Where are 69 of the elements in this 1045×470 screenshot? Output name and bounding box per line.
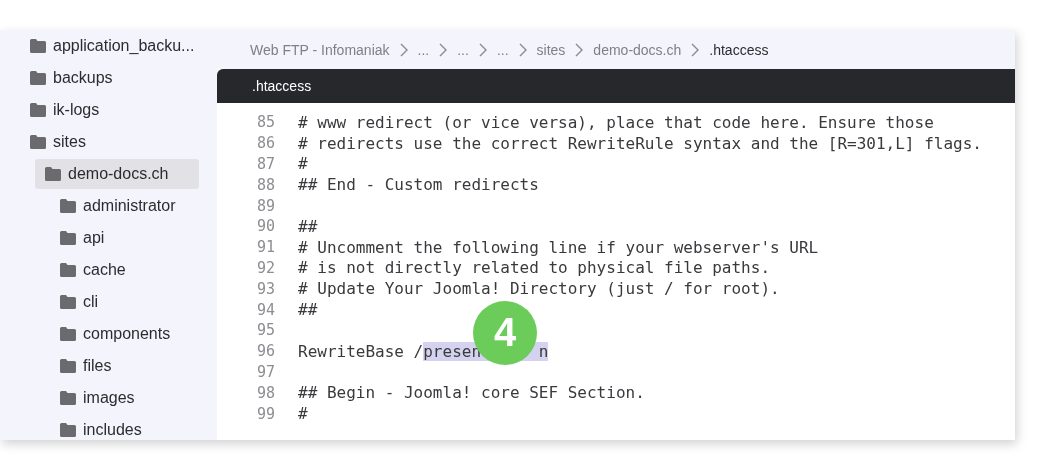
folder-item[interactable]: application_backu... bbox=[30, 31, 199, 61]
breadcrumb-link[interactable]: sites bbox=[536, 41, 566, 58]
line-number: 99 bbox=[255, 404, 275, 423]
line-number: 85 bbox=[255, 113, 275, 132]
folder-icon bbox=[60, 199, 76, 213]
chevron-icon bbox=[575, 42, 584, 57]
folder-item[interactable]: demo-docs.ch bbox=[35, 159, 199, 189]
code-text: # redirects use the correct RewriteRule syntax and the [R=301,L] flags. bbox=[298, 133, 982, 153]
code-text: ## bbox=[298, 300, 318, 320]
folder-icon bbox=[60, 295, 76, 309]
code-text: ## End - Custom redirects bbox=[298, 175, 539, 195]
folder-item[interactable]: backups bbox=[30, 63, 117, 93]
code-text: # www redirect (or vice versa), place that code here. Ensure those bbox=[298, 112, 934, 132]
line-number: 96 bbox=[255, 342, 275, 361]
chevron-icon bbox=[439, 42, 448, 57]
line-number: 88 bbox=[255, 175, 275, 194]
line-number: 93 bbox=[255, 279, 275, 298]
folder-icon bbox=[60, 231, 76, 245]
line-number: 94 bbox=[255, 300, 275, 319]
folder-icon bbox=[60, 327, 76, 341]
breadcrumb-link[interactable]: ... bbox=[417, 41, 430, 58]
folder-item[interactable]: cache bbox=[60, 255, 126, 285]
folder-item[interactable]: sites bbox=[30, 127, 90, 157]
folder-icon bbox=[60, 359, 76, 373]
chevron-icon bbox=[478, 42, 487, 57]
folder-icon bbox=[30, 39, 46, 53]
breadcrumb-link[interactable]: Web FTP - Infomaniak bbox=[250, 41, 390, 58]
code-text: RewriteBase / bbox=[298, 341, 424, 361]
line-number: 89 bbox=[255, 196, 275, 215]
code-text: # Update Your Joomla! Directory (just / for root). bbox=[298, 279, 780, 299]
chevron-icon bbox=[399, 42, 408, 57]
chevron-icon bbox=[691, 42, 700, 57]
chevron-icon bbox=[518, 42, 527, 57]
line-number: 86 bbox=[255, 134, 275, 153]
folder-item[interactable]: ik-logs bbox=[30, 95, 104, 125]
line-number: 97 bbox=[255, 362, 275, 381]
line-number: 92 bbox=[255, 258, 275, 277]
file-tab[interactable]: .htaccess bbox=[252, 78, 312, 94]
breadcrumb-link[interactable]: ... bbox=[457, 41, 469, 58]
breadcrumb-link[interactable]: demo-docs.ch bbox=[593, 41, 682, 58]
line-number: 90 bbox=[255, 217, 275, 236]
folder-icon bbox=[30, 135, 46, 149]
folder-item[interactable]: files bbox=[60, 351, 112, 381]
line-number: 95 bbox=[255, 321, 275, 340]
folder-icon bbox=[60, 391, 76, 405]
code-text: # is not directly related to physical file paths. bbox=[298, 258, 770, 278]
selected-text: n bbox=[538, 341, 549, 361]
selected-text: presen bbox=[423, 341, 482, 361]
code-text: # Uncomment the following line if your webserver's URL bbox=[298, 237, 819, 257]
folder-item[interactable]: api bbox=[60, 223, 105, 253]
folder-icon bbox=[45, 167, 61, 181]
code-text: # bbox=[298, 154, 308, 174]
code-text: ## bbox=[298, 216, 318, 236]
folder-icon bbox=[30, 103, 46, 117]
code-text: # bbox=[298, 404, 308, 424]
breadcrumb-link[interactable]: .htaccess bbox=[709, 41, 769, 58]
folder-icon bbox=[60, 263, 76, 277]
folder-item[interactable]: includes bbox=[60, 415, 142, 440]
folder-item[interactable]: cli bbox=[60, 287, 99, 317]
folder-item[interactable]: components bbox=[60, 319, 171, 349]
folder-item[interactable]: administrator bbox=[60, 191, 176, 221]
line-number: 98 bbox=[255, 383, 275, 402]
breadcrumb-link[interactable]: ... bbox=[496, 41, 509, 58]
code-text: ## Begin - Joomla! core SEF Section. bbox=[298, 383, 645, 403]
line-number: 91 bbox=[255, 238, 275, 257]
folder-icon bbox=[60, 423, 76, 437]
line-number: 87 bbox=[255, 155, 275, 173]
folder-icon bbox=[30, 71, 46, 85]
folder-item[interactable]: images bbox=[60, 383, 135, 413]
